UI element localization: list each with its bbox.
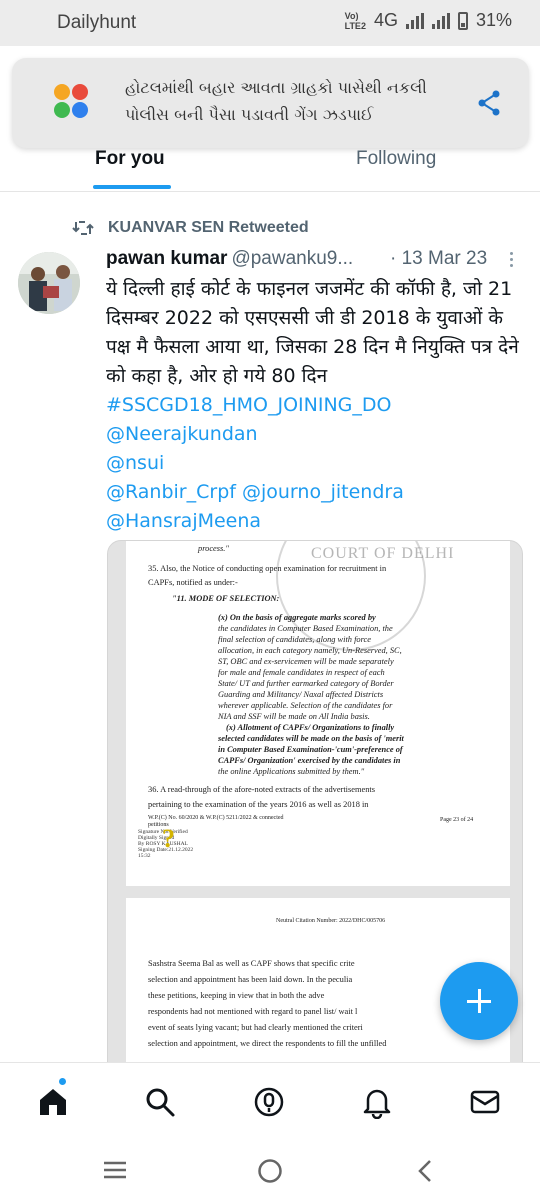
doc-line: selection and appointment has been laid …	[148, 975, 353, 984]
retweet-icon	[72, 221, 94, 235]
author-handle[interactable]: @pawanku9...	[231, 248, 353, 269]
doc-line: selected candidates will be made on the …	[218, 734, 404, 743]
hashtag-link[interactable]: #SSCGD18_HMO_JOINING_DO	[106, 391, 526, 420]
doc-line: "11. MODE OF SELECTION:	[172, 594, 280, 603]
doc-line: CAPFs/ Organization' exercised by the ca…	[218, 756, 401, 765]
news-notification-card[interactable]: હોટલમાંથી બહાર આવતા ગ્રાહકો પાસેથી નકલી …	[12, 58, 529, 148]
doc-line: for male and female candidates in respec…	[218, 668, 385, 677]
mention-link[interactable]: @HansrajMeena	[106, 507, 526, 536]
messages-icon[interactable]	[468, 1085, 502, 1119]
status-app-name: Dailyhunt	[57, 12, 137, 33]
battery-icon	[457, 11, 468, 30]
tweet-date[interactable]: · 13 Mar 23	[390, 248, 487, 270]
doc-line: respondents had not mentioned with regar…	[148, 1007, 358, 1016]
retweet-context[interactable]: KUANVAR SEN Retweeted	[72, 219, 309, 237]
bottom-navigation	[0, 1062, 540, 1140]
tab-following[interactable]: Following	[356, 148, 436, 170]
doc-line: selection and appointment, we direct the…	[148, 1039, 387, 1048]
doc-line: event of seats lying vacant; but had cle…	[148, 1023, 363, 1032]
share-icon[interactable]	[477, 90, 501, 116]
doc-line: (x) On the basis of aggregate marks scor…	[218, 613, 376, 622]
doc-line: the candidates in Computer Based Examina…	[218, 624, 393, 633]
home-unread-dot	[58, 1077, 67, 1086]
document-page: COURT OF DELHI process." 35. Also, the N…	[126, 541, 510, 886]
mention-link[interactable]: @Ranbir_Crpf @journo_jitendra	[106, 478, 526, 507]
active-tab-indicator	[93, 185, 171, 189]
doc-line: ST, OBC and ex-servicemen will be made s…	[218, 657, 394, 666]
court-seal-text: COURT OF DELHI	[311, 545, 455, 562]
tab-for-you[interactable]: For you	[95, 148, 165, 170]
doc-footer-right: Page 23 of 24	[440, 817, 474, 823]
retweeted-by-label: KUANVAR SEN Retweeted	[108, 219, 309, 236]
doc-line: process."	[198, 544, 229, 553]
battery-percent: 31%	[475, 10, 512, 30]
doc-line: CAPFs, notified as under:-	[148, 578, 238, 587]
system-navigation-bar	[0, 1140, 540, 1200]
status-bar: Dailyhunt Vo) LTE2 4G 31%	[0, 0, 540, 46]
tweet-text: ये दिल्ली हाई कोर्ट के फाइनल जजमेंट की क…	[106, 275, 526, 536]
author-name[interactable]: pawan kumar	[106, 248, 227, 269]
tweet-header: pawan kumar @pawanku9... · 13 Mar 23	[106, 248, 526, 270]
doc-line: Guarding and Militancy/ Naxal affected D…	[218, 690, 384, 699]
dailyhunt-logo-icon	[54, 84, 90, 120]
status-icons: Vo) LTE2 4G 31%	[345, 10, 512, 31]
signal-icon-2	[431, 12, 450, 29]
doc-line: Sashstra Seema Bal as well as CAPF shows…	[148, 959, 355, 968]
doc-line: wherever applicable. Selection of the ca…	[218, 701, 393, 710]
compose-tweet-button[interactable]	[440, 962, 518, 1040]
tweet-text-content: ये दिल्ली हाई कोर्ट के फाइनल जजमेंट की क…	[106, 278, 519, 387]
notification-headline: હોટલમાંથી બહાર આવતા ગ્રાહકો પાસેથી નકલી …	[125, 78, 427, 124]
signature-unverified-icon: ?	[162, 824, 175, 853]
spaces-icon[interactable]	[252, 1085, 286, 1119]
doc-line: (x) Allotment of CAPFs/ Organizations to…	[226, 723, 395, 732]
timeline-tabs: For you Following	[0, 148, 540, 192]
doc-line: State/ UT and further earmarked category…	[218, 679, 394, 688]
doc-line: 35. Also, the Notice of conducting open …	[148, 564, 387, 573]
mention-link[interactable]: @Neerajkundan	[106, 420, 526, 449]
doc-line: pertaining to the examination of the yea…	[148, 800, 369, 809]
doc-line: final selection of candidates, along wit…	[218, 635, 371, 644]
signal-icon	[405, 12, 424, 29]
avatar-photo	[18, 252, 80, 314]
more-options-icon[interactable]	[510, 252, 514, 270]
doc-line: allocation, in each category namely, Un-…	[218, 646, 402, 655]
avatar[interactable]	[18, 252, 80, 314]
volte-indicator: Vo) LTE2	[344, 10, 366, 31]
network-type: 4G	[373, 10, 398, 30]
search-icon[interactable]	[143, 1085, 177, 1119]
recents-button[interactable]	[102, 1160, 128, 1180]
doc-line: these petitions, keeping in view that in…	[148, 991, 325, 1000]
notifications-icon[interactable]	[360, 1085, 394, 1119]
doc-line: in Computer Based Examination-'cum'-pref…	[218, 745, 403, 754]
doc-line: the online Applications submitted by the…	[218, 767, 365, 776]
doc-line: 36. A read-through of the afore-noted ex…	[148, 785, 375, 794]
back-button[interactable]	[416, 1158, 434, 1184]
digital-signature-block: Signature Not Verified Digitally Signed …	[138, 829, 228, 859]
home-icon[interactable]	[36, 1085, 70, 1119]
doc-line: NIA and SSF will be made on All India ba…	[218, 712, 370, 721]
doc-citation: Neutral Citation Number: 2022/DHC/005706	[276, 918, 386, 924]
home-button[interactable]	[257, 1158, 283, 1184]
mention-link[interactable]: @nsui	[106, 449, 526, 478]
signature-line: 15:32	[138, 853, 151, 859]
